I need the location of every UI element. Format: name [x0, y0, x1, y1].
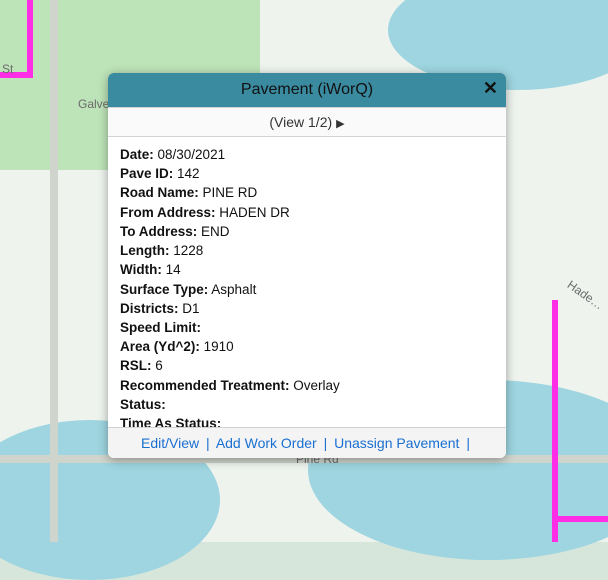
field-label: Recommended Treatment:	[120, 378, 290, 393]
add-work-order-link[interactable]: Add Work Order	[216, 435, 317, 451]
field-row: Length: 1228	[120, 242, 492, 260]
field-label: Time As Status:	[120, 416, 221, 427]
edit-view-link[interactable]: Edit/View	[141, 435, 199, 451]
field-label: Length:	[120, 243, 170, 258]
popup-pager[interactable]: (View 1/2) ▶	[108, 107, 506, 137]
field-value: END	[197, 224, 229, 239]
field-row: Recommended Treatment: Overlay	[120, 377, 492, 395]
field-row: RSL: 6	[120, 357, 492, 375]
field-value: 14	[162, 262, 181, 277]
field-label: Width:	[120, 262, 162, 277]
field-label: Road Name:	[120, 185, 199, 200]
field-label: From Address:	[120, 205, 216, 220]
pavement-popup: Pavement (iWorQ) ✕ (View 1/2) ▶ Date: 08/…	[108, 73, 506, 458]
field-value: PINE RD	[199, 185, 258, 200]
field-value: Overlay	[290, 378, 340, 393]
field-row: Pave ID: 142	[120, 165, 492, 183]
popup-footer: Edit/View | Add Work Order | Unassign Pa…	[108, 427, 506, 458]
map-label-st: St	[2, 62, 13, 76]
map-highlighted-segment	[552, 300, 558, 542]
popup-title: Pavement (iWorQ)	[241, 81, 373, 98]
field-row: To Address: END	[120, 223, 492, 241]
field-value: 08/30/2021	[154, 147, 225, 162]
close-icon[interactable]: ✕	[483, 79, 498, 97]
separator: |	[203, 435, 213, 451]
field-value: 142	[173, 166, 199, 181]
field-label: To Address:	[120, 224, 197, 239]
field-value: 6	[152, 358, 163, 373]
field-value: Asphalt	[208, 282, 256, 297]
field-label: Date:	[120, 147, 154, 162]
popup-header: Pavement (iWorQ) ✕	[108, 73, 506, 107]
field-value: 1910	[200, 339, 234, 354]
popup-body[interactable]: Date: 08/30/2021Pave ID: 142Road Name: P…	[108, 137, 506, 427]
field-label: RSL:	[120, 358, 152, 373]
separator: |	[463, 435, 473, 451]
pager-text: (View 1/2)	[269, 114, 332, 130]
map-highlighted-segment	[552, 516, 608, 522]
field-row: Surface Type: Asphalt	[120, 281, 492, 299]
field-label: Districts:	[120, 301, 179, 316]
field-value: HADEN DR	[216, 205, 290, 220]
field-label: Pave ID:	[120, 166, 173, 181]
field-value: 1228	[170, 243, 204, 258]
map-highlighted-segment	[27, 0, 33, 75]
field-value: D1	[179, 301, 200, 316]
field-row: Date: 08/30/2021	[120, 146, 492, 164]
field-row: Width: 14	[120, 261, 492, 279]
field-row: Speed Limit:	[120, 319, 492, 337]
field-row: Road Name: PINE RD	[120, 184, 492, 202]
field-row: Area (Yd^2): 1910	[120, 338, 492, 356]
field-row: Districts: D1	[120, 300, 492, 318]
field-row: From Address: HADEN DR	[120, 204, 492, 222]
map-road	[50, 0, 58, 542]
separator: |	[321, 435, 331, 451]
field-label: Area (Yd^2):	[120, 339, 200, 354]
field-row: Time As Status:	[120, 415, 492, 427]
field-label: Surface Type:	[120, 282, 208, 297]
field-label: Speed Limit:	[120, 320, 201, 335]
map-label-hadens: Hade…	[565, 278, 606, 313]
unassign-pavement-link[interactable]: Unassign Pavement	[334, 435, 459, 451]
field-row: Status:	[120, 396, 492, 414]
field-label: Status:	[120, 397, 166, 412]
chevron-right-icon: ▶	[336, 117, 344, 130]
